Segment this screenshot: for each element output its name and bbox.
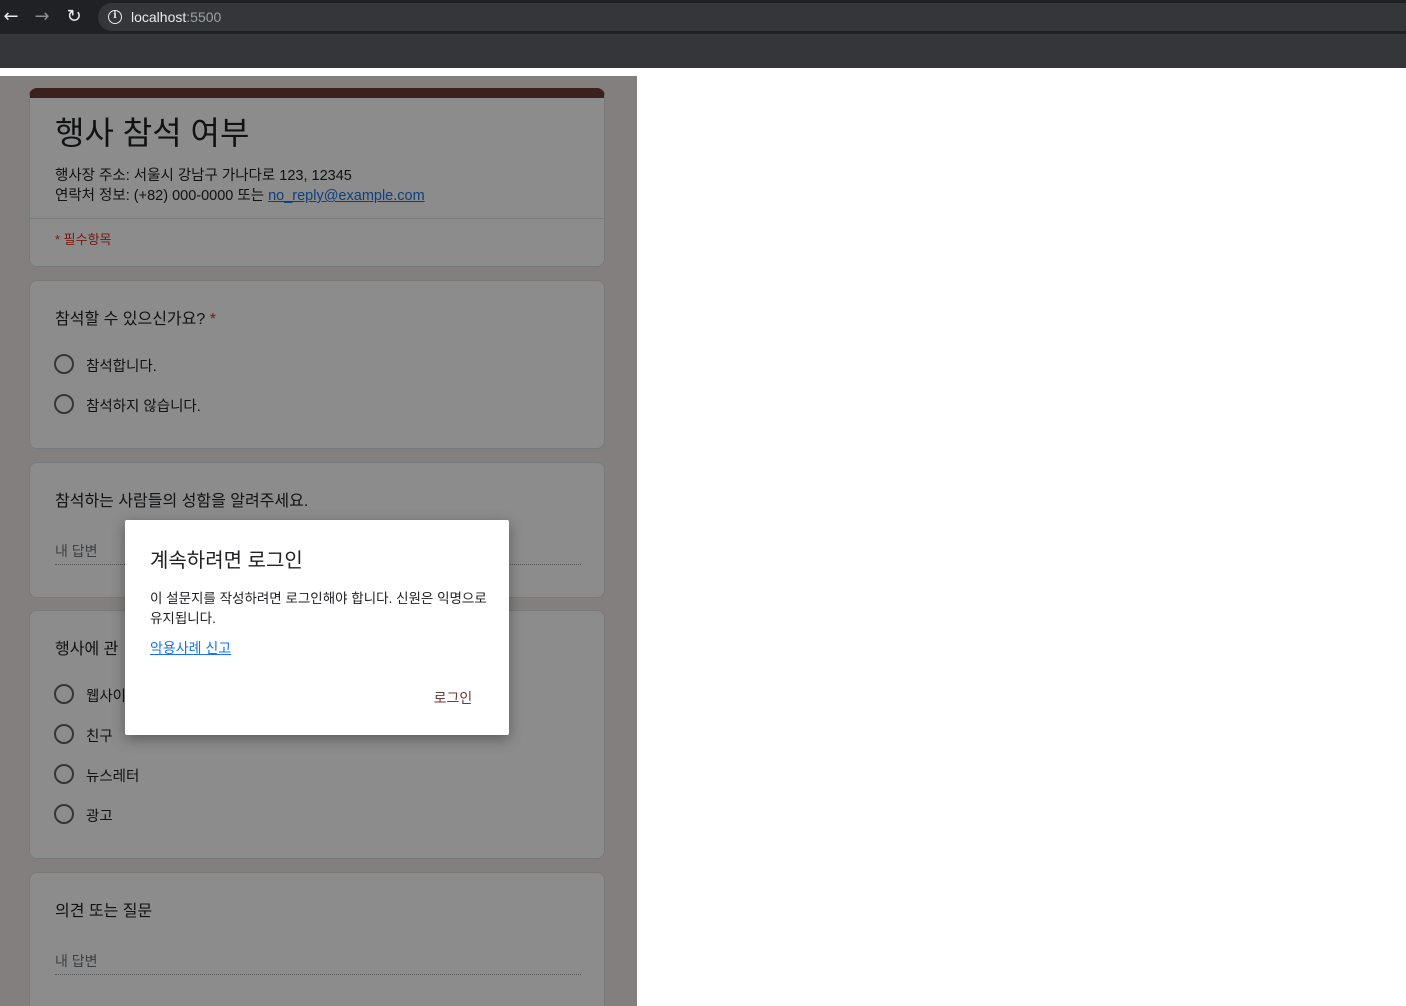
back-arrow-icon[interactable]: ← xyxy=(0,6,22,28)
browser-toolbar: ← → ↻ i localhost:5500 xyxy=(0,0,1406,34)
forward-arrow-icon[interactable]: → xyxy=(31,6,53,28)
login-button[interactable]: 로그인 xyxy=(421,682,485,714)
login-dialog: 계속하려면 로그인 이 설문지를 작성하려면 로그인해야 합니다. 신원은 익명… xyxy=(125,520,509,735)
url-text: localhost:5500 xyxy=(131,9,221,25)
bookmarks-bar xyxy=(0,34,1406,68)
form-container: 행사 참석 여부 행사장 주소: 서울시 강남구 가나다로 123, 12345… xyxy=(0,76,637,1006)
url-host: localhost xyxy=(131,9,187,25)
dialog-title: 계속하려면 로그인 xyxy=(150,550,303,572)
reload-icon[interactable]: ↻ xyxy=(63,6,85,28)
site-info-icon[interactable]: i xyxy=(108,10,122,24)
url-port: :5500 xyxy=(186,9,222,25)
address-bar[interactable]: i localhost:5500 xyxy=(98,3,1406,31)
report-abuse-link[interactable]: 악용사례 신고 xyxy=(150,638,231,658)
dialog-body: 이 설문지를 작성하려면 로그인해야 합니다. 신원은 익명으로 유지됩니다. xyxy=(150,591,487,626)
page-content: 행사 참석 여부 행사장 주소: 서울시 강남구 가나다로 123, 12345… xyxy=(0,68,1406,1006)
